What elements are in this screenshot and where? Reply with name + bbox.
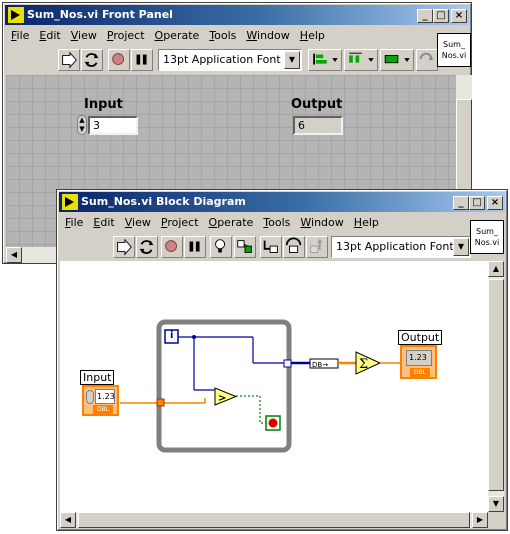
menu-file[interactable]: File xyxy=(6,27,34,42)
scroll-thumb[interactable] xyxy=(488,279,504,491)
front-panel-titlebar[interactable]: Sum_Nos.vi Front Panel _ □ × xyxy=(5,5,469,25)
block-diagram-window: Sum_Nos.vi Block Diagram _ □ × File Edit V… xyxy=(56,189,508,531)
svg-text:Σ: Σ xyxy=(359,357,368,372)
output-label: Output xyxy=(291,97,343,112)
run-arrow-icon[interactable] xyxy=(58,49,80,71)
iteration-terminal-label: i xyxy=(170,330,174,341)
block-diagram-titlebar[interactable]: Sum_Nos.vi Block Diagram _ □ × xyxy=(59,192,505,212)
scroll-thumb[interactable] xyxy=(78,512,470,528)
font-selector[interactable]: 13pt Application Font ▼ xyxy=(158,49,302,71)
menu-view[interactable]: View xyxy=(66,27,102,42)
vi-icon[interactable]: Sum_ Nos.vi xyxy=(470,220,504,254)
tunnel xyxy=(156,398,165,407)
increment-decrement-icon xyxy=(86,390,94,404)
front-panel-toolbar: 13pt Application Font ▼ xyxy=(6,46,468,74)
font-selector-value: 13pt Application Font xyxy=(163,53,281,66)
svg-text:>: > xyxy=(218,393,226,404)
menu-edit[interactable]: Edit xyxy=(34,27,65,42)
chevron-down-icon[interactable]: ▼ xyxy=(453,238,469,256)
input-terminal[interactable]: 1.23 DBL xyxy=(82,385,119,416)
block-diagram-title: Sum_Nos.vi Block Diagram xyxy=(81,195,246,208)
scroll-up-icon[interactable]: ▲ xyxy=(488,261,504,277)
menu-window[interactable]: Window xyxy=(241,27,294,42)
labview-icon xyxy=(62,194,78,210)
run-continuously-icon[interactable] xyxy=(136,236,158,258)
size-grip[interactable] xyxy=(488,512,504,528)
menu-view[interactable]: View xyxy=(120,214,156,229)
step-into-icon[interactable] xyxy=(260,236,282,258)
output-indicator: 6 xyxy=(293,116,343,135)
menu-window[interactable]: Window xyxy=(295,214,348,229)
scroll-left-icon[interactable]: ◀ xyxy=(60,512,76,528)
distribute-objects-icon[interactable] xyxy=(344,49,378,71)
pause-icon[interactable] xyxy=(131,49,153,71)
labview-icon xyxy=(8,7,24,23)
step-out-icon[interactable] xyxy=(306,236,328,258)
increment-decrement-icon[interactable]: ▲ ▼ xyxy=(77,115,87,135)
align-objects-icon[interactable] xyxy=(308,49,342,71)
front-panel-menubar: File Edit View Project Operate Tools Window Hel… xyxy=(6,27,468,45)
highlight-execution-icon[interactable] xyxy=(210,236,232,258)
menu-tools[interactable]: Tools xyxy=(204,27,241,42)
abort-icon[interactable] xyxy=(108,49,130,71)
green-wire xyxy=(236,395,266,424)
block-diagram-horizontal-scrollbar[interactable]: ◀ ▶ xyxy=(60,512,488,528)
reorder-icon[interactable] xyxy=(416,49,438,71)
pause-icon[interactable] xyxy=(184,236,206,258)
svg-text:DB→: DB→ xyxy=(312,361,328,369)
block-diagram-vertical-scrollbar[interactable]: ▲ ▼ xyxy=(488,261,504,512)
run-arrow-icon[interactable] xyxy=(113,236,135,258)
chevron-down-icon[interactable]: ▼ xyxy=(284,51,300,69)
menu-edit[interactable]: Edit xyxy=(88,214,119,229)
output-terminal-value: 1.23 xyxy=(406,350,432,366)
scroll-down-icon[interactable]: ▼ xyxy=(488,496,504,512)
close-button[interactable]: × xyxy=(451,9,467,23)
input-label: Input xyxy=(84,97,123,112)
input-type-badge: DBL xyxy=(93,405,113,414)
block-diagram-toolbar: 13pt Application Font ▼ xyxy=(60,233,504,261)
menu-help[interactable]: Help xyxy=(349,214,384,229)
menu-operate[interactable]: Operate xyxy=(204,214,259,229)
menu-project[interactable]: Project xyxy=(102,27,150,42)
output-type-badge: DBL xyxy=(410,368,430,377)
block-diagram-menubar: File Edit View Project Operate Tools Window Hel… xyxy=(60,214,504,232)
block-diagram-canvas[interactable]: > DB→ Σ i Input 1.23 DBL Output 1.23 DBL xyxy=(60,261,488,512)
step-over-icon[interactable] xyxy=(283,236,305,258)
input-terminal-label: Input xyxy=(80,370,115,385)
resize-objects-icon[interactable] xyxy=(380,49,414,71)
input-terminal-value: 1.23 xyxy=(95,389,115,404)
block-diagram-wires: > DB→ Σ xyxy=(120,319,400,453)
maximize-button[interactable]: □ xyxy=(469,196,485,210)
front-panel-title: Sum_Nos.vi Front Panel xyxy=(27,8,173,21)
minimize-button[interactable]: _ xyxy=(453,196,469,210)
menu-operate[interactable]: Operate xyxy=(150,27,205,42)
menu-project[interactable]: Project xyxy=(156,214,204,229)
menu-tools[interactable]: Tools xyxy=(258,214,295,229)
font-selector[interactable]: 13pt Application Font ▼ xyxy=(331,236,471,258)
vi-icon[interactable]: Sum_ Nos.vi xyxy=(437,33,471,67)
close-button[interactable]: × xyxy=(487,196,503,210)
output-terminal[interactable]: 1.23 DBL xyxy=(400,345,437,379)
font-selector-value: 13pt Application Font xyxy=(336,240,454,253)
output-terminal-label: Output xyxy=(398,330,443,345)
scroll-right-icon[interactable]: ▶ xyxy=(472,512,488,528)
abort-icon[interactable] xyxy=(161,236,183,258)
menu-file[interactable]: File xyxy=(60,214,88,229)
output-tunnel xyxy=(283,359,292,368)
retain-wire-values-icon[interactable] xyxy=(234,236,256,258)
minimize-button[interactable]: _ xyxy=(417,9,433,23)
menu-help[interactable]: Help xyxy=(295,27,330,42)
run-continuously-icon[interactable] xyxy=(81,49,103,71)
input-control[interactable]: 3 xyxy=(88,116,138,135)
maximize-button[interactable]: □ xyxy=(433,9,449,23)
scroll-left-icon[interactable]: ◀ xyxy=(6,247,22,263)
